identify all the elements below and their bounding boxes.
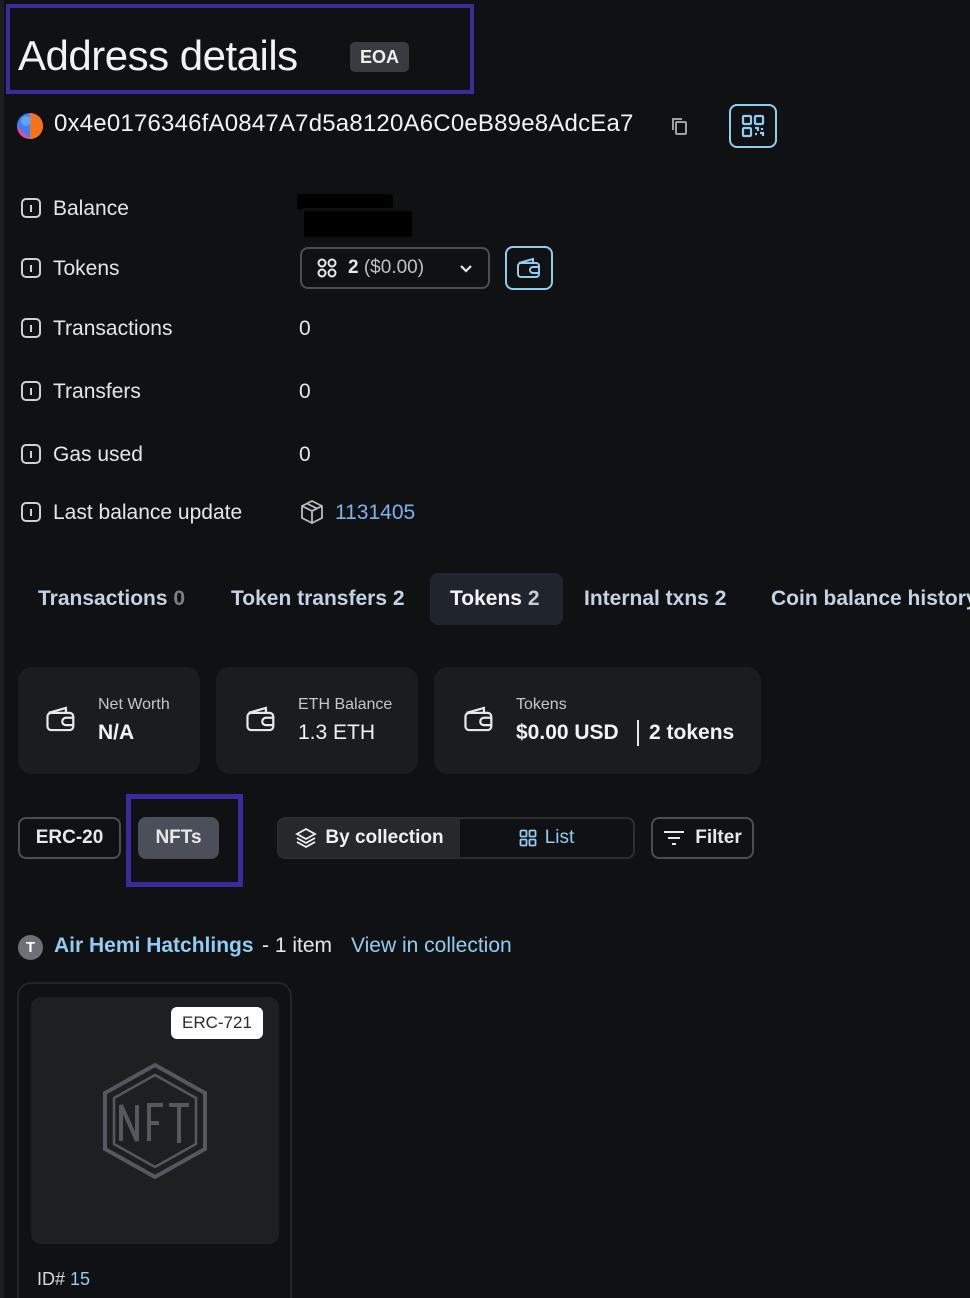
card-value: $0.00 USD [516,721,619,744]
address-hash: 0x4e0176346fA0847A7d5a8120A6C0eB89e8AdcE… [54,110,634,137]
qr-code-button[interactable] [729,104,777,148]
collection-item-count: - 1 item [262,934,333,957]
tab-transactions[interactable]: Transactions 0 [18,573,205,625]
card-label: Net Worth [98,696,170,713]
nft-id: ID# 15 [37,1269,90,1290]
grid-icon [519,829,537,847]
eoa-badge: EOA [350,42,410,72]
eth-balance-card: ETH Balance 1.3 ETH [216,667,418,774]
balance-label: Balance [53,197,129,220]
tokens-count: 2 [348,257,359,278]
page-left-edge [0,0,4,1298]
wallet-icon [246,706,275,732]
info-icon [21,381,41,401]
nfts-filter-button[interactable]: NFTs [138,817,219,859]
copy-icon[interactable] [670,116,690,136]
redacted-balance [301,208,415,240]
transfers-value: 0 [299,380,311,403]
page-title: Address details [18,32,298,79]
card-value: N/A [98,721,135,744]
last-balance-update-label: Last balance update [53,501,243,524]
card-label: Tokens [516,696,567,713]
tab-tokens[interactable]: Tokens 2 [430,573,563,625]
transactions-value: 0 [299,317,311,340]
list-label: List [544,827,575,848]
card-value: 1.3 ETH [298,721,376,744]
wallet-button[interactable] [505,246,553,290]
nft-id-value[interactable]: 15 [70,1269,90,1289]
layers-icon [295,827,318,849]
transfers-label: Transfers [53,380,141,403]
tokens-grid-icon [317,258,337,278]
qr-code-icon [741,114,765,138]
nft-placeholder-icon [103,1062,207,1180]
filter-button[interactable]: Filter [651,817,754,859]
net-worth-card: Net Worth N/A [18,667,200,774]
tokens-value: ($0.00) [363,257,425,278]
last-balance-block-link[interactable]: 1131405 [335,501,415,525]
wallet-icon [517,257,540,278]
view-mode-toggle: By collection List [277,817,635,859]
by-collection-button[interactable]: By collection [279,819,460,857]
wallet-icon [46,706,75,732]
card-label: ETH Balance [298,696,393,713]
info-icon [21,502,41,522]
filter-label: Filter [695,827,742,848]
card-extra: 2 tokens [649,721,735,744]
nft-id-label: ID# [37,1269,66,1289]
info-icon [21,258,41,278]
view-in-collection-link[interactable]: View in collection [351,934,512,958]
collection-name-link[interactable]: Air Hemi Hatchlings [54,934,254,958]
divider [637,720,639,746]
list-view-button[interactable]: List [460,819,633,857]
block-icon [299,499,325,530]
erc20-filter-button[interactable]: ERC-20 [18,817,121,859]
tokens-label: Tokens [53,257,120,280]
tokens-card: Tokens $0.00 USD 2 tokens [434,667,761,774]
tokens-dropdown[interactable]: 2 ($0.00) [300,247,490,289]
address-avatar [17,113,43,139]
tab-coin-balance-history[interactable]: Coin balance history [751,573,970,625]
collection-avatar: T [18,935,43,960]
wallet-icon [464,706,493,732]
transactions-label: Transactions [53,317,173,340]
chevron-down-icon [460,265,472,273]
gas-used-label: Gas used [53,443,143,466]
info-icon [21,444,41,464]
info-icon [21,318,41,338]
info-icon [21,198,41,218]
filter-icon [664,831,685,845]
tab-token-transfers[interactable]: Token transfers 2 [211,573,425,625]
tab-internal-txns[interactable]: Internal txns 2 [564,573,746,625]
token-standard-badge: ERC-721 [171,1007,263,1039]
by-collection-label: By collection [325,827,444,848]
gas-used-value: 0 [299,443,311,466]
